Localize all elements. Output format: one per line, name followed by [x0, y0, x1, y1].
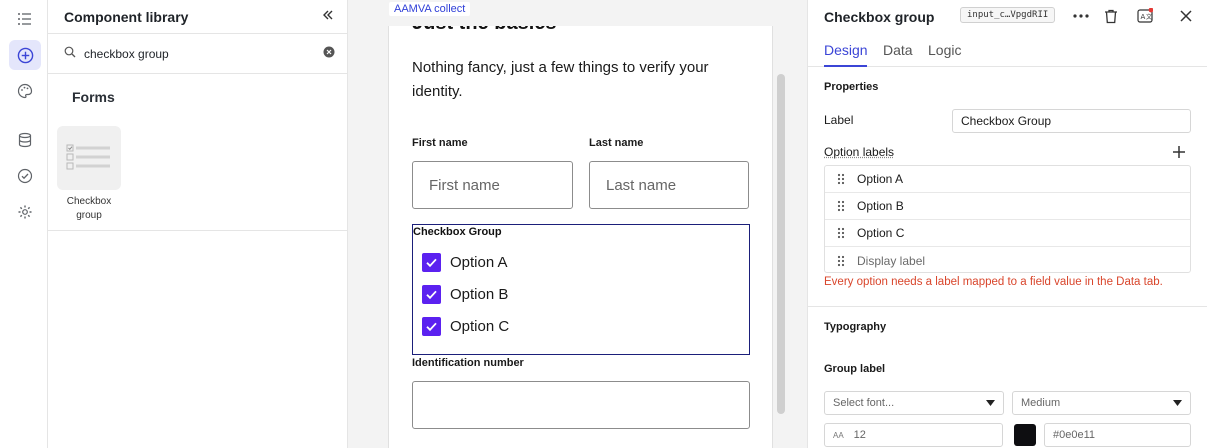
checkbox-option[interactable]: Option C [422, 317, 509, 336]
collapse-icon[interactable] [321, 8, 335, 25]
color-hex-value: #0e0e11 [1053, 429, 1096, 441]
drag-handle-icon[interactable] [825, 200, 857, 212]
checkbox-option-label: Option A [450, 254, 508, 271]
more-icon[interactable] [1071, 6, 1091, 26]
drag-handle-icon[interactable] [825, 255, 857, 267]
checkbox-option-label: Option C [450, 318, 510, 335]
add-option-icon[interactable] [1172, 145, 1186, 162]
option-placeholder: Display label [857, 253, 926, 268]
label-field-label: Label [824, 113, 854, 127]
last-name-field[interactable]: Last name [589, 161, 749, 209]
forms-section: Forms Checkbox group [48, 74, 347, 231]
svg-text:文: 文 [1146, 13, 1152, 21]
forms-section-title: Forms [72, 89, 115, 105]
font-size-input[interactable]: AA 12 [824, 423, 1003, 447]
add-component-icon[interactable] [9, 40, 41, 70]
checked-checkbox-icon[interactable] [422, 317, 441, 336]
option-row[interactable]: Option A [825, 166, 1190, 193]
checkbox-option[interactable]: Option B [422, 285, 508, 304]
check-circle-icon[interactable] [9, 161, 41, 191]
component-library-panel: Component library Forms [48, 0, 348, 448]
checkbox-group-tile-label: Checkbox group [66, 196, 112, 221]
checkbox-option[interactable]: Option A [422, 253, 508, 272]
checked-checkbox-icon[interactable] [422, 253, 441, 272]
font-size-icon: AA [833, 430, 844, 440]
option-labels-error: Every option needs a label mapped to a f… [824, 276, 1163, 288]
checkbox-option-label: Option B [450, 286, 509, 303]
color-hex-input[interactable]: #0e0e11 [1044, 423, 1191, 447]
list-icon[interactable] [9, 4, 41, 34]
group-label-section-title: Group label [824, 363, 886, 375]
option-labels-title: Option labels [824, 145, 895, 159]
properties-tabs: Design Data Logic [808, 34, 1207, 67]
color-swatch[interactable] [1014, 424, 1036, 446]
properties-panel: Checkbox group input_c…VpgdRII A文 Design… [807, 0, 1207, 448]
last-name-label: Last name [589, 137, 644, 149]
caret-down-icon [986, 397, 995, 409]
properties-header: Checkbox group input_c…VpgdRII A文 [808, 0, 1207, 34]
svg-text:A: A [1141, 13, 1146, 21]
option-row-label: Option B [857, 199, 904, 213]
form-preview: Just the basics Nothing fancy, just a fe… [388, 26, 773, 448]
translate-icon[interactable]: A文 [1135, 6, 1155, 26]
clear-search-icon[interactable] [323, 46, 335, 61]
close-icon[interactable] [1176, 6, 1196, 26]
drag-handle-icon[interactable] [825, 227, 857, 239]
font-size-value: 12 [853, 429, 866, 441]
first-name-placeholder: First name [429, 176, 500, 194]
label-input[interactable]: Checkbox Group [952, 109, 1191, 133]
last-name-placeholder: Last name [606, 176, 677, 194]
tab-design[interactable]: Design [824, 42, 868, 58]
weight-select-value: Medium [1021, 397, 1061, 409]
first-name-field[interactable]: First name [412, 161, 573, 209]
font-select-value: Select font... [833, 397, 895, 409]
option-row-label: Option C [857, 226, 905, 240]
caret-down-icon [1173, 397, 1182, 409]
properties-section-title: Properties [824, 81, 879, 93]
trash-icon[interactable] [1101, 6, 1121, 26]
id-number-label: Identification number [412, 357, 524, 369]
checkbox-group-thumbnail-icon [57, 126, 121, 190]
option-row[interactable]: Option B [825, 193, 1190, 220]
checkbox-group-label: Checkbox Group [413, 226, 502, 238]
palette-icon[interactable] [9, 76, 41, 106]
id-number-field[interactable] [412, 381, 750, 429]
option-row-new[interactable]: Display label [825, 247, 1190, 274]
canvas-scrollbar[interactable] [777, 74, 785, 414]
library-search [48, 34, 347, 74]
option-row-label: Option A [857, 172, 904, 186]
active-tab-indicator [824, 65, 867, 67]
checked-checkbox-icon[interactable] [422, 285, 441, 304]
first-name-label: First name [412, 137, 468, 149]
database-icon[interactable] [9, 125, 41, 155]
checkbox-group-component[interactable]: Checkbox Group Option A Option B Option … [412, 224, 750, 355]
library-title: Component library [64, 8, 189, 25]
label-input-value: Checkbox Group [961, 114, 1052, 128]
search-icon [64, 46, 76, 61]
form-heading: Just the basics [412, 26, 557, 35]
option-row[interactable]: Option C [825, 220, 1190, 247]
typography-section-title: Typography [824, 321, 887, 333]
font-select[interactable]: Select font... [824, 391, 1004, 415]
canvas-form-tag[interactable]: AAMVA collect [389, 2, 471, 16]
option-labels-list: Option A Option B Option C Display label [824, 165, 1191, 273]
tab-logic[interactable]: Logic [928, 42, 961, 58]
form-canvas: AAMVA collect Just the basics Nothing fa… [348, 0, 807, 448]
component-title: Checkbox group [824, 9, 935, 25]
gear-icon[interactable] [9, 197, 41, 227]
search-input[interactable] [84, 46, 315, 61]
library-header: Component library [48, 0, 347, 34]
drag-handle-icon[interactable] [825, 173, 857, 185]
component-id-chip[interactable]: input_c…VpgdRII [960, 7, 1056, 23]
section-divider [808, 306, 1207, 307]
tab-data[interactable]: Data [883, 42, 913, 58]
left-rail [0, 0, 48, 448]
form-subtitle: Nothing fancy, just a few things to veri… [412, 59, 709, 100]
weight-select[interactable]: Medium [1012, 391, 1191, 415]
checkbox-group-tile[interactable]: Checkbox group [56, 126, 122, 223]
